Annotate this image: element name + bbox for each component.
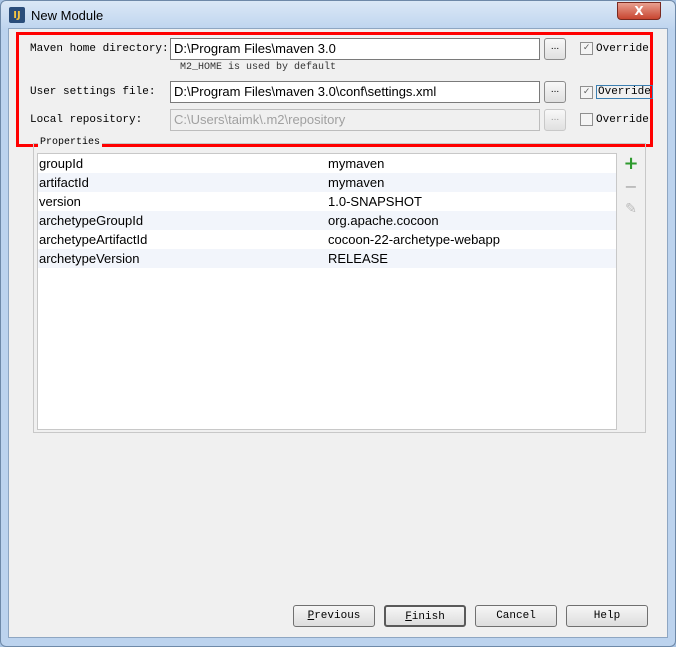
local-repo-override-checkbox[interactable]: Override — [580, 113, 649, 126]
table-row[interactable]: archetypeVersion RELEASE — [38, 249, 616, 268]
property-value: cocoon-22-archetype-webapp — [328, 232, 500, 247]
property-value: mymaven — [328, 175, 385, 190]
property-name: version — [39, 194, 81, 209]
edit-icon[interactable]: ✎ — [620, 201, 642, 225]
maven-home-label: Maven home directory: — [30, 43, 169, 55]
property-name: groupId — [39, 156, 84, 171]
property-value: org.apache.cocoon — [328, 213, 439, 228]
local-repo-input[interactable]: C:\Users\taimk\.m2\repository — [170, 109, 540, 131]
maven-home-browse-button[interactable]: ... — [544, 38, 566, 60]
cancel-button[interactable]: Cancel — [475, 605, 557, 627]
property-value: 1.0-SNAPSHOT — [328, 194, 422, 209]
local-repo-browse-button[interactable]: ... — [544, 109, 566, 131]
checkbox-empty — [580, 113, 593, 126]
property-value: RELEASE — [328, 251, 388, 266]
property-value: mymaven — [328, 156, 385, 171]
properties-table: groupId mymaven artifactId mymaven version 1.… — [37, 153, 617, 430]
user-settings-input[interactable]: D:\Program Files\maven 3.0\conf\settings… — [170, 81, 540, 103]
property-name: artifactId — [39, 175, 89, 190]
maven-home-override-checkbox[interactable]: ✓ Override — [580, 42, 649, 55]
table-row[interactable]: archetypeGroupId org.apache.cocoon — [38, 211, 616, 230]
property-name: archetypeGroupId — [39, 213, 144, 228]
table-row[interactable]: archetypeArtifactId cocoon-22-archetype-w… — [38, 230, 616, 249]
maven-home-hint: M2_HOME is used by default — [180, 62, 337, 73]
local-repo-label: Local repository: — [30, 114, 143, 126]
title-bar: IJ New Module — [9, 5, 103, 25]
help-button[interactable]: Help — [566, 605, 648, 627]
close-button[interactable]: X — [617, 2, 661, 20]
previous-button[interactable]: Previous — [293, 605, 375, 627]
table-row[interactable]: groupId mymaven — [38, 154, 616, 173]
property-name: archetypeVersion — [39, 251, 140, 266]
override-label: Override — [596, 85, 653, 99]
check-icon: ✓ — [580, 42, 593, 55]
window-title: New Module — [31, 7, 104, 23]
remove-icon[interactable]: − — [620, 177, 642, 201]
properties-title: Properties — [38, 137, 103, 148]
table-row[interactable]: version 1.0-SNAPSHOT — [38, 192, 616, 211]
check-icon: ✓ — [580, 85, 593, 99]
override-label: Override — [596, 113, 649, 126]
add-icon[interactable]: + — [620, 153, 642, 177]
properties-toolbar: + − ✎ — [620, 153, 642, 430]
finish-button[interactable]: Finish — [384, 605, 466, 627]
user-settings-label: User settings file: — [30, 86, 156, 98]
table-row[interactable]: artifactId mymaven — [38, 173, 616, 192]
user-settings-override-checkbox[interactable]: ✓ Override — [580, 85, 653, 99]
maven-home-input[interactable]: D:\Program Files\maven 3.0 — [170, 38, 540, 60]
override-label: Override — [596, 42, 649, 55]
property-name: archetypeArtifactId — [39, 232, 148, 247]
intellij-app-icon: IJ — [9, 7, 25, 23]
user-settings-browse-button[interactable]: ... — [544, 81, 566, 103]
